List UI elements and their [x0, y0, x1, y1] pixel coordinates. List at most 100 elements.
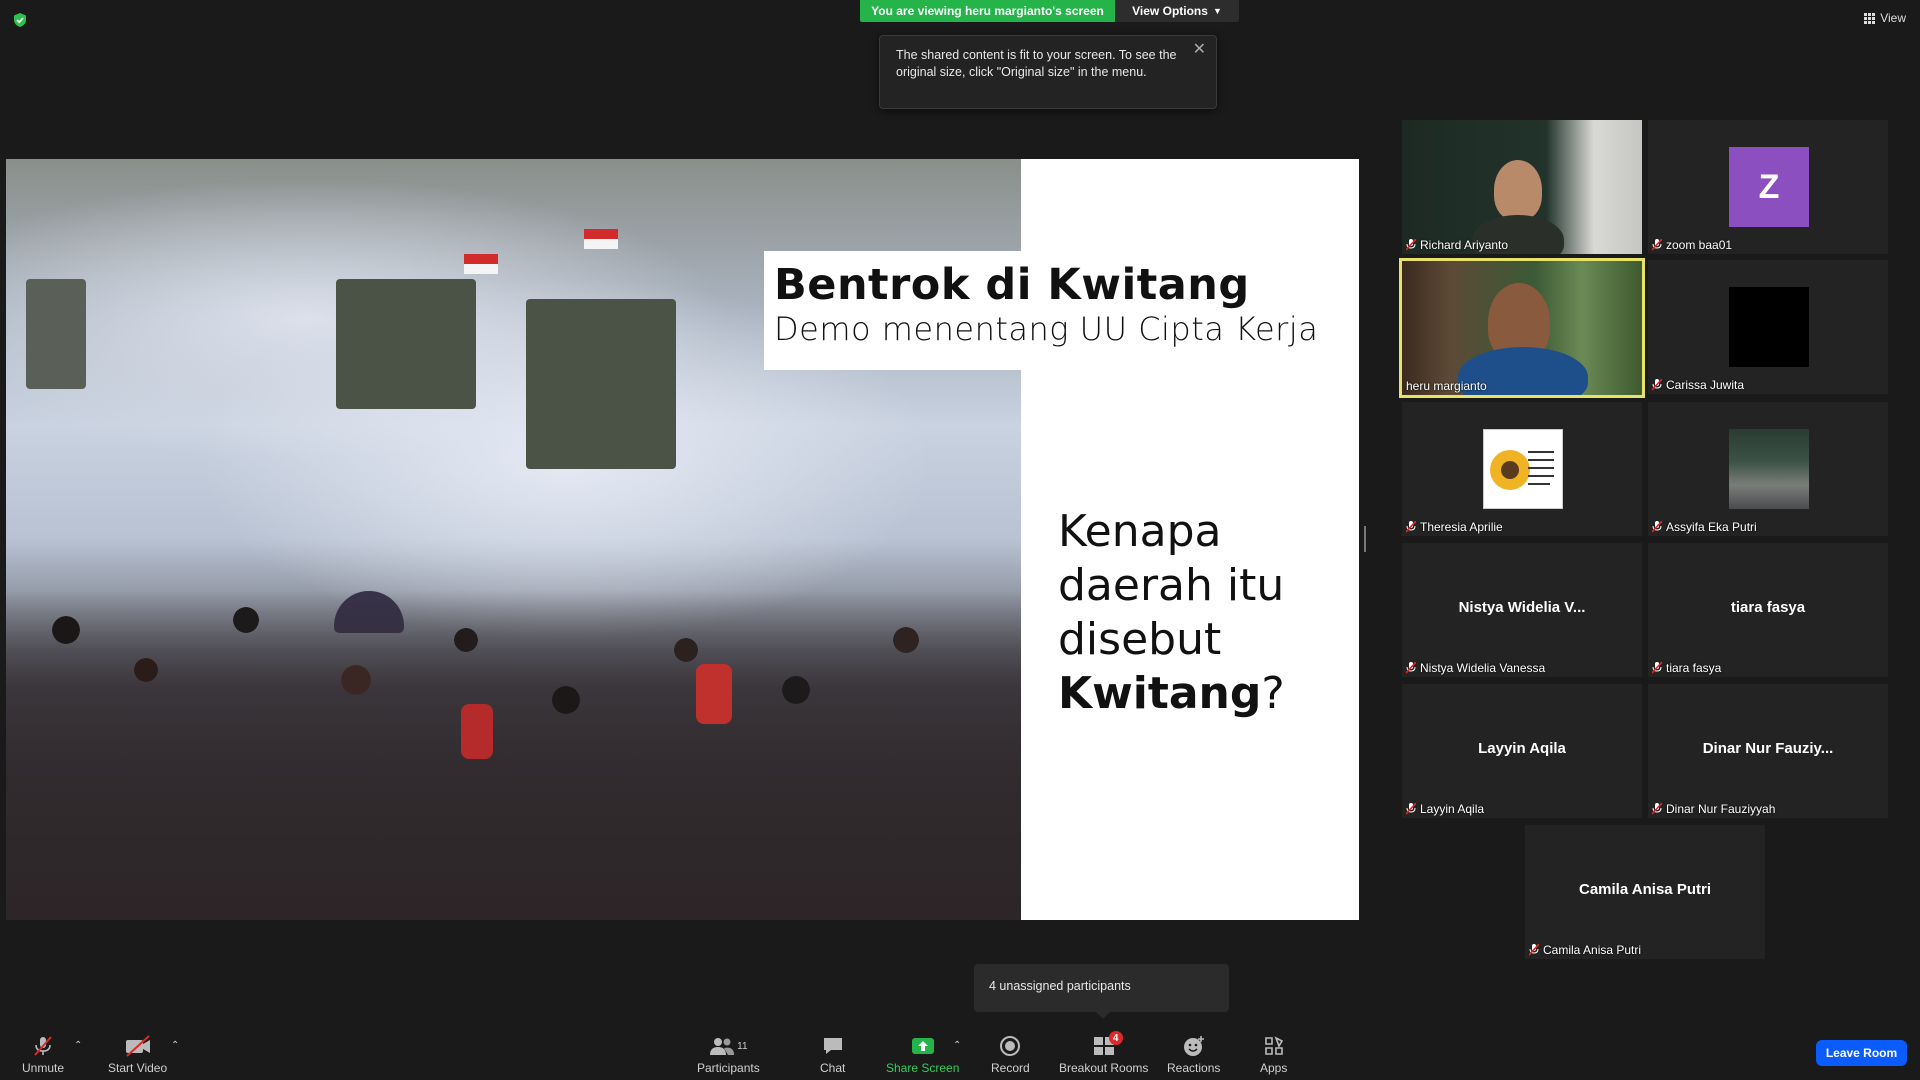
participant-tile[interactable]: Richard Ariyanto [1402, 120, 1642, 254]
participants-icon [710, 1038, 735, 1055]
reactions-button[interactable]: Reactions [1167, 1034, 1220, 1075]
share-screen-icon [911, 1038, 934, 1054]
chat-icon [823, 1038, 842, 1054]
participant-name-tag: tiara fasya [1652, 661, 1721, 675]
participant-tile[interactable]: Nistya Widelia V... Nistya Widelia Vanes… [1402, 543, 1642, 677]
mic-muted-icon [1529, 944, 1539, 956]
participant-tile[interactable]: Dinar Nur Fauziy... Dinar Nur Fauziyyah [1648, 684, 1888, 818]
participant-tile[interactable]: Layyin Aqila Layyin Aqila [1402, 684, 1642, 818]
mic-muted-icon [1652, 239, 1662, 251]
flag-graphic [584, 229, 618, 249]
participant-tile[interactable]: tiara fasya tiara fasya [1648, 543, 1888, 677]
question-line-1: Kenapa [1058, 506, 1222, 557]
participant-tile[interactable]: Camila Anisa Putri Camila Anisa Putri [1525, 825, 1765, 959]
participant-tile-active-speaker[interactable]: heru margianto [1399, 258, 1645, 398]
view-layout-button[interactable]: View [1864, 11, 1906, 25]
mic-muted-icon [1652, 803, 1662, 815]
apps-button[interactable]: Apps [1260, 1034, 1287, 1075]
participant-name: Carissa Juwita [1666, 378, 1745, 392]
participants-count: 11 [737, 1040, 748, 1052]
participants-label: Participants [697, 1061, 760, 1075]
zoom-meeting-window: You are viewing heru margianto's screen … [0, 0, 1920, 1080]
avatar [1729, 287, 1809, 367]
record-icon [1000, 1036, 1021, 1056]
mic-muted-icon [1652, 521, 1662, 533]
participant-tile[interactable]: Theresia Aprilie [1402, 402, 1642, 536]
question-mark: ? [1261, 668, 1285, 719]
participant-display-name: Nistya Widelia V... [1458, 599, 1586, 616]
participant-display-name: Dinar Nur Fauziy... [1702, 740, 1834, 757]
participant-name-tag: heru margianto [1406, 379, 1487, 393]
chat-button[interactable]: Chat [820, 1034, 845, 1075]
avatar [1483, 429, 1563, 509]
share-screen-button[interactable]: Share Screen [886, 1034, 959, 1075]
view-label: View [1880, 11, 1906, 25]
start-video-label: Start Video [108, 1061, 168, 1075]
record-button[interactable]: Record [991, 1034, 1030, 1075]
fit-screen-tooltip: The shared content is fit to your screen… [879, 35, 1217, 109]
participant-name: Camila Anisa Putri [1543, 943, 1642, 957]
person-red-shirt [461, 704, 493, 759]
participant-name-tag: Richard Ariyanto [1406, 238, 1508, 252]
unmute-button[interactable]: Unmute [22, 1034, 64, 1075]
start-video-button[interactable]: Start Video [108, 1034, 167, 1075]
unmute-label: Unmute [22, 1061, 65, 1075]
apps-icon [1264, 1036, 1283, 1055]
participant-name: Dinar Nur Fauziyyah [1666, 802, 1776, 816]
breakout-rooms-label: Breakout Rooms [1059, 1061, 1149, 1075]
chat-label: Chat [820, 1061, 846, 1075]
participant-video-face [1494, 160, 1542, 220]
video-off-icon [125, 1035, 150, 1057]
participant-name: zoom baa01 [1666, 238, 1733, 252]
meeting-toolbar: Unmute ⌃ Start Video ⌃ 11 Participants C… [0, 1028, 1920, 1080]
participant-name-tag: Camila Anisa Putri [1529, 943, 1641, 957]
participant-name: Theresia Aprilie [1420, 520, 1503, 534]
slide-title: Bentrok di Kwitang [774, 260, 1250, 310]
participant-name-tag: Dinar Nur Fauziyyah [1652, 802, 1775, 816]
mic-muted-icon [1406, 239, 1416, 251]
participant-tile[interactable]: Carissa Juwita [1648, 260, 1888, 394]
participant-display-name: Camila Anisa Putri [1579, 881, 1711, 898]
view-options-button[interactable]: View Options ▼ [1115, 0, 1239, 22]
participant-display-name: Layyin Aqila [1478, 740, 1566, 757]
caret-up-icon[interactable]: ⌃ [74, 1040, 82, 1051]
unassigned-participants-popover[interactable]: 4 unassigned participants [974, 964, 1229, 1019]
participant-name-tag: zoom baa01 [1652, 238, 1732, 252]
caret-up-icon[interactable]: ⌃ [171, 1040, 179, 1051]
splitter-handle[interactable] [1364, 526, 1366, 552]
participant-name: heru margianto [1406, 379, 1487, 393]
unassigned-text: 4 unassigned participants [989, 979, 1131, 993]
question-line-3: disebut [1058, 614, 1222, 665]
question-bold-word: Kwitang [1058, 668, 1262, 719]
leave-room-button[interactable]: Leave Room [1816, 1040, 1907, 1066]
participant-tile[interactable]: Assyifa Eka Putri [1648, 402, 1888, 536]
armored-vehicle [526, 299, 676, 469]
participant-name: Nistya Widelia Vanessa [1420, 661, 1546, 675]
question-line-2: daerah itu [1058, 560, 1285, 611]
caret-up-icon[interactable]: ⌃ [953, 1040, 961, 1051]
view-options-label: View Options [1132, 4, 1208, 18]
slide-question: Kenapa daerah itu disebut Kwitang? [1058, 505, 1338, 721]
breakout-rooms-button[interactable]: 4 Breakout Rooms [1059, 1031, 1149, 1075]
avatar: Z [1729, 147, 1809, 227]
smiley-plus-icon [1183, 1036, 1204, 1056]
participant-name-tag: Assyifa Eka Putri [1652, 520, 1757, 534]
participant-name-tag: Theresia Aprilie [1406, 520, 1503, 534]
mic-muted-icon [34, 1036, 52, 1056]
participant-name-tag: Carissa Juwita [1652, 378, 1744, 392]
grid-view-icon [1864, 12, 1876, 24]
participant-name-tag: Nistya Widelia Vanessa [1406, 661, 1545, 675]
participant-tile[interactable]: Z zoom baa01 [1648, 120, 1888, 254]
security-shield-icon[interactable] [12, 12, 28, 28]
share-screen-label: Share Screen [886, 1061, 960, 1075]
crowd-graphic [6, 590, 1021, 920]
record-label: Record [991, 1061, 1030, 1075]
slide-title-box: Bentrok di Kwitang Demo menentang UU Cip… [764, 251, 1359, 370]
participant-display-name: tiara fasya [1730, 599, 1806, 616]
person-red-shirt [696, 664, 732, 724]
shared-screen: Bentrok di Kwitang Demo menentang UU Cip… [6, 159, 1359, 920]
participants-button[interactable]: 11 Participants [697, 1034, 760, 1075]
sunflower-image [1490, 450, 1554, 490]
close-icon[interactable]: ✕ [1193, 41, 1206, 58]
popover-arrow [1096, 1012, 1110, 1019]
